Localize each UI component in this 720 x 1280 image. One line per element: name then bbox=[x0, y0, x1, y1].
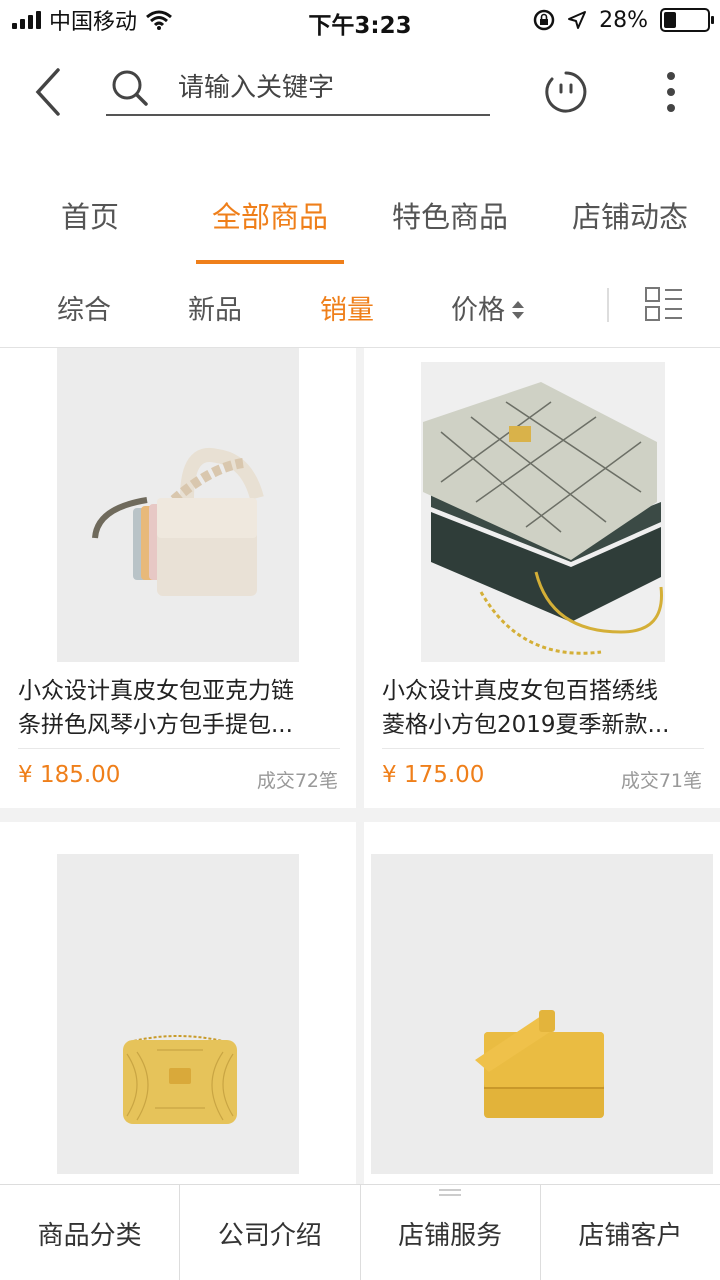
message-icon[interactable] bbox=[544, 70, 588, 114]
bottom-item-company[interactable]: 公司介绍 bbox=[180, 1185, 361, 1280]
battery-icon bbox=[660, 8, 714, 32]
search-header bbox=[0, 40, 720, 140]
status-right: 28% bbox=[533, 6, 714, 34]
bottom-item-categories[interactable]: 商品分类 bbox=[0, 1185, 181, 1280]
grey-quilted-bag-image bbox=[421, 362, 665, 662]
tab-featured[interactable]: 特色商品 bbox=[360, 160, 540, 264]
search-bar[interactable] bbox=[106, 62, 490, 116]
rotation-lock-icon bbox=[533, 9, 555, 31]
filter-price-label: 价格 bbox=[451, 295, 505, 326]
bottom-item-label: 公司介绍 bbox=[217, 1221, 322, 1251]
product-price: ¥ 175.00 bbox=[382, 762, 485, 788]
bottom-item-label: 店铺服务 bbox=[398, 1221, 503, 1251]
filter-bar: 综合 新品 销量 价格 bbox=[0, 264, 720, 348]
filter-sales[interactable]: 销量 bbox=[320, 288, 374, 327]
battery-percent: 28% bbox=[599, 7, 648, 33]
sort-arrows-icon bbox=[512, 300, 524, 319]
bottom-item-services[interactable]: 店铺服务 bbox=[361, 1185, 541, 1280]
product-card[interactable] bbox=[0, 822, 356, 1184]
back-icon[interactable] bbox=[28, 64, 68, 120]
bottom-item-customers[interactable]: 店铺客户 bbox=[541, 1185, 720, 1280]
product-card[interactable]: 小众设计真皮女包亚克力链 条拼色风琴小方包手提包... ¥ 185.00 成交7… bbox=[0, 348, 356, 808]
product-card[interactable] bbox=[364, 822, 720, 1184]
tab-shop-news[interactable]: 店铺动态 bbox=[540, 160, 720, 264]
product-sold-count: 成交72笔 bbox=[256, 770, 338, 792]
product-title[interactable]: 小众设计真皮女包百搭绣线 菱格小方包2019夏季新款... bbox=[382, 674, 704, 742]
product-title-line2: 菱格小方包2019夏季新款... bbox=[382, 712, 670, 738]
product-image[interactable] bbox=[371, 854, 713, 1174]
card-divider bbox=[382, 748, 704, 749]
shop-tabs: 首页 全部商品 特色商品 店铺动态 bbox=[0, 160, 720, 264]
product-sold-count: 成交71笔 bbox=[620, 770, 702, 792]
tab-all-products[interactable]: 全部商品 bbox=[180, 160, 360, 264]
filter-new[interactable]: 新品 bbox=[188, 288, 242, 327]
product-title[interactable]: 小众设计真皮女包亚克力链 条拼色风琴小方包手提包... bbox=[18, 674, 340, 742]
cream-handbag-image bbox=[57, 348, 299, 662]
product-title-line1: 小众设计真皮女包百搭绣线 bbox=[382, 678, 658, 704]
bottom-item-label: 商品分类 bbox=[37, 1221, 142, 1251]
menu-indicator-icon bbox=[438, 1189, 461, 1196]
search-icon bbox=[112, 70, 148, 106]
bottom-item-label: 店铺客户 bbox=[578, 1221, 683, 1251]
product-price: ¥ 185.00 bbox=[18, 762, 121, 788]
battery-fill bbox=[664, 12, 676, 28]
yellow-quilted-bag-image bbox=[57, 854, 299, 1174]
product-grid: 小众设计真皮女包亚克力链 条拼色风琴小方包手提包... ¥ 185.00 成交7… bbox=[0, 348, 720, 1184]
more-icon[interactable] bbox=[656, 70, 686, 114]
product-image[interactable] bbox=[421, 362, 665, 662]
filter-composite[interactable]: 综合 bbox=[57, 288, 111, 327]
list-layout-icon[interactable] bbox=[644, 286, 684, 322]
filter-divider bbox=[607, 288, 609, 322]
filter-price[interactable]: 价格 bbox=[451, 288, 525, 327]
product-title-line2: 条拼色风琴小方包手提包... bbox=[18, 712, 293, 738]
card-divider bbox=[18, 748, 340, 749]
location-icon bbox=[568, 11, 587, 29]
product-title-line1: 小众设计真皮女包亚克力链 bbox=[18, 678, 294, 704]
bottom-nav: 商品分类 公司介绍 店铺服务 店铺客户 bbox=[0, 1184, 720, 1280]
tab-home[interactable]: 首页 bbox=[0, 160, 180, 264]
product-card[interactable]: 小众设计真皮女包百搭绣线 菱格小方包2019夏季新款... ¥ 175.00 成… bbox=[364, 348, 720, 808]
yellow-flap-bag-image bbox=[371, 854, 713, 1174]
product-image[interactable] bbox=[57, 348, 299, 662]
product-image[interactable] bbox=[57, 854, 299, 1174]
status-bar: 中国移动 下午3:23 28% bbox=[0, 0, 720, 40]
search-input[interactable] bbox=[178, 73, 468, 103]
